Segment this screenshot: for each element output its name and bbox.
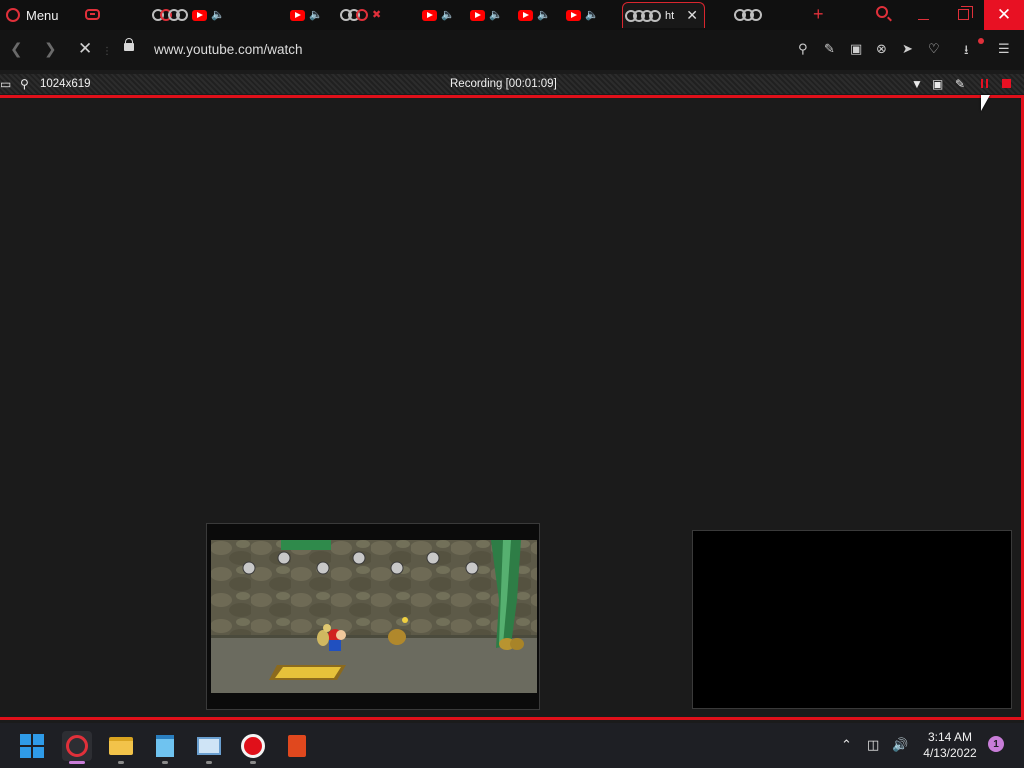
ad-block-icon[interactable]: ⊗ [876, 41, 887, 57]
youtube-icon [518, 9, 533, 21]
lock-icon[interactable] [124, 38, 134, 51]
restore-button[interactable] [958, 6, 973, 20]
speaker-icon[interactable]: 🔈 [537, 9, 551, 21]
photos-button[interactable] [194, 731, 224, 764]
muted-speaker-icon[interactable]: ✖ [372, 9, 381, 21]
youtube-icon [470, 9, 485, 21]
clock-time: 3:14 AM [927, 730, 973, 744]
close-tab-icon[interactable]: ✕ [686, 7, 698, 24]
forward-icon[interactable]: ❯ [44, 40, 57, 58]
system-clock[interactable]: 3:14 AM 4/13/2022 [918, 729, 982, 761]
running-indicator [206, 761, 212, 764]
youtube-icon [290, 9, 305, 21]
opera-menu-button[interactable]: Menu [6, 0, 59, 30]
loading-icon [340, 9, 368, 21]
opera-logo-icon [6, 8, 20, 22]
speaker-icon[interactable]: 🔈 [309, 9, 323, 21]
tab[interactable]: ✖ [340, 2, 381, 28]
chevron-up-icon[interactable]: ⌃ [841, 737, 852, 753]
gamepad-icon[interactable] [85, 9, 100, 20]
active-tab[interactable]: ht ✕ [622, 2, 705, 28]
youtube-icon [422, 9, 437, 21]
youtube-icon [566, 9, 581, 21]
capture-size: 1024x619 [40, 78, 91, 90]
speaker-icon[interactable]: 🔈 [441, 9, 455, 21]
tab-strip: Menu 🔈 🔈 ✖ 🔈 🔈 🔈 🔈 ht ✕ + ✕ [0, 0, 1024, 30]
running-indicator [250, 761, 256, 764]
notepad-icon [156, 735, 174, 757]
record-icon [241, 734, 265, 758]
separator: ⋮ [102, 46, 112, 57]
youtube-icon [192, 9, 207, 21]
camera-icon[interactable]: ▣ [932, 77, 943, 91]
tab[interactable]: 🔈 [422, 2, 455, 28]
close-window-button[interactable]: ✕ [984, 0, 1024, 30]
pencil-icon[interactable]: ✎ [955, 77, 965, 91]
menu-label: Menu [26, 7, 59, 23]
start-button[interactable] [17, 731, 47, 761]
black-overlay-panel [692, 530, 1012, 709]
mouse-cursor [981, 95, 990, 111]
download-badge [978, 38, 984, 44]
recording-area [0, 95, 1024, 720]
opera-taskbar-button[interactable] [62, 731, 92, 764]
tab[interactable]: 🔈 [290, 2, 323, 28]
minimize-button[interactable] [918, 19, 929, 20]
recorder-toolbar: ▭ ⚲ 1024x619 Recording [00:01:09] ▼ ▣ ✎ [0, 74, 1024, 94]
dropdown-icon[interactable]: ▼ [911, 77, 923, 91]
clock-date: 4/13/2022 [923, 746, 977, 760]
taskbar: ⌃ ◫ 🔊 3:14 AM 4/13/2022 1 [0, 723, 1024, 768]
address-bar: ❮ ❯ ✕ ⋮ www.youtube.com/watch ⚲ ✎ ▣ ⊗ ➤ … [0, 30, 1024, 70]
running-indicator [162, 761, 168, 764]
video-player[interactable] [206, 523, 540, 710]
easy-setup-icon[interactable]: ☰ [998, 41, 1010, 57]
stop-loading-icon[interactable]: ✕ [78, 39, 92, 59]
opera-icon [66, 735, 88, 757]
heart-icon[interactable]: ♡ [928, 41, 940, 57]
screen-recorder-button[interactable] [238, 731, 268, 764]
tab[interactable]: 🔈 [470, 2, 503, 28]
search-page-icon[interactable]: ⚲ [798, 41, 808, 57]
send-icon[interactable]: ➤ [902, 41, 913, 57]
loading-icon [625, 9, 661, 22]
running-indicator [118, 761, 124, 764]
url-field[interactable]: www.youtube.com/watch [154, 42, 303, 57]
speaker-icon[interactable]: 🔈 [211, 9, 225, 21]
tab[interactable]: 🔈 [152, 2, 225, 28]
edit-icon[interactable]: ✎ [824, 41, 835, 57]
tab[interactable]: 🔈 [518, 2, 551, 28]
stop-icon[interactable] [1002, 79, 1011, 88]
office-icon [288, 735, 306, 757]
notepad-button[interactable] [150, 731, 180, 764]
game-video-frame [211, 540, 537, 693]
snapshot-icon[interactable]: ▣ [850, 41, 862, 57]
file-explorer-button[interactable] [106, 731, 136, 764]
tab-search-icon[interactable] [876, 6, 888, 18]
back-icon[interactable]: ❮ [10, 40, 23, 58]
recording-status: Recording [00:01:09] [450, 78, 557, 90]
notification-badge[interactable]: 1 [988, 736, 1004, 752]
loading-icon [734, 9, 762, 21]
new-tab-button[interactable]: + [813, 4, 824, 25]
tab[interactable] [734, 2, 762, 28]
network-icon[interactable]: ◫ [867, 737, 879, 753]
active-indicator [69, 761, 85, 764]
muted-speaker-icon[interactable]: 🔈 [585, 9, 599, 21]
windows-logo-icon [20, 734, 44, 758]
pause-icon[interactable] [981, 79, 988, 88]
folder-icon [109, 737, 133, 755]
tab-title: ht [665, 9, 675, 22]
download-icon[interactable]: ⭳ [964, 41, 969, 63]
tab[interactable]: 🔈 [566, 2, 599, 28]
window-icon[interactable]: ▭ [0, 77, 11, 91]
loading-icon [152, 9, 188, 21]
zoom-icon[interactable]: ⚲ [20, 77, 29, 91]
office-button[interactable] [282, 731, 312, 761]
volume-icon[interactable]: 🔊 [892, 737, 908, 753]
photos-icon [197, 737, 221, 755]
muted-speaker-icon[interactable]: 🔈 [489, 9, 503, 21]
